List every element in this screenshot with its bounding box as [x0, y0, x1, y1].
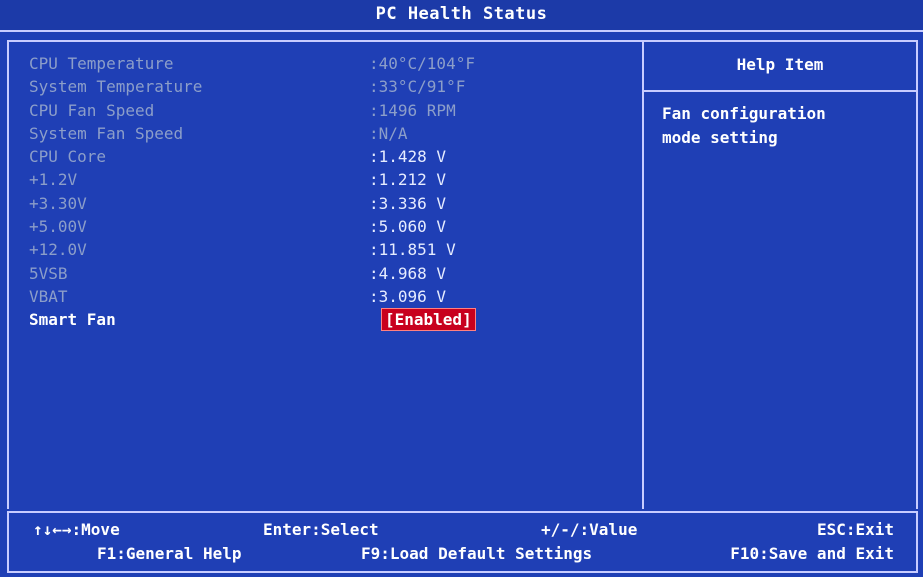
voltage-3-30v-value: :3.336 V — [369, 193, 447, 213]
row-system-temperature: System Temperature :33°C/91°F — [29, 75, 629, 98]
smart-fan-label: Smart Fan — [29, 310, 116, 330]
key-value: +/-/:Value — [541, 520, 638, 539]
key-load-defaults: F9:Load Default Settings — [361, 544, 593, 563]
row-smart-fan[interactable]: Smart Fan [Enabled] — [29, 308, 629, 332]
row-cpu-core: CPU Core :1.428 V — [29, 145, 629, 168]
cpu-core-value: :1.428 V — [369, 147, 447, 167]
voltage-1-2v-value: :1.212 V — [369, 170, 447, 190]
voltage-3-30v-label: +3.30V — [29, 193, 87, 213]
row-system-fan-speed: System Fan Speed :N/A — [29, 122, 629, 145]
system-fan-speed-label: System Fan Speed — [29, 123, 184, 143]
cpu-temperature-label: CPU Temperature — [29, 54, 174, 73]
row-5vsb: 5VSB :4.968 V — [29, 262, 629, 285]
row-cpu-temperature: CPU Temperature :40°C/104°F — [29, 52, 629, 75]
key-exit: ESC:Exit — [816, 520, 894, 539]
row-5-00v: +5.00V :5.060 V — [29, 215, 629, 238]
voltage-12-0v-value: :11.851 V — [369, 240, 456, 260]
cpu-fan-speed-value: :1496 RPM — [369, 100, 456, 120]
help-text: Fan configuration mode setting — [662, 104, 826, 147]
bios-screen: PC Health Status CPU Temperature :40°C/1… — [0, 0, 923, 577]
settings-panel: CPU Temperature :40°C/104°F System Tempe… — [7, 40, 642, 509]
vbat-value: :3.096 V — [369, 286, 447, 306]
key-general-help: F1:General Help — [97, 544, 242, 563]
key-help-footer: ↑↓←→:Move Enter:Select +/-/:Value ESC:Ex… — [7, 511, 918, 573]
vbat-label: VBAT — [29, 286, 68, 306]
voltage-5vsb-value: :4.968 V — [369, 263, 447, 283]
voltage-1-2v-label: +1.2V — [29, 170, 78, 190]
system-fan-speed-value: :N/A — [369, 123, 408, 143]
row-12-0v: +12.0V :11.851 V — [29, 238, 629, 261]
row-1-2v: +1.2V :1.212 V — [29, 168, 629, 191]
help-header: Help Item — [644, 42, 916, 92]
cpu-fan-speed-label: CPU Fan Speed — [29, 100, 155, 120]
voltage-5vsb-label: 5VSB — [29, 263, 68, 283]
voltage-12-0v-label: +12.0V — [29, 240, 87, 260]
key-save-exit: F10:Save and Exit — [730, 544, 894, 563]
system-temperature-value: :33°C/91°F — [369, 77, 466, 97]
key-move: ↑↓←→:Move — [33, 520, 120, 539]
page-title: PC Health Status — [0, 0, 923, 32]
system-temperature-label: System Temperature — [29, 77, 203, 97]
cpu-temperature-value: :40°C/104°F — [369, 54, 475, 73]
voltage-5-00v-value: :5.060 V — [369, 217, 447, 237]
row-vbat: VBAT :3.096 V — [29, 285, 629, 308]
row-cpu-fan-speed: CPU Fan Speed :1496 RPM — [29, 99, 629, 122]
cpu-core-label: CPU Core — [29, 147, 107, 167]
key-select: Enter:Select — [263, 520, 379, 539]
settings-list: CPU Temperature :40°C/104°F System Tempe… — [29, 52, 629, 332]
help-panel: Help Item Fan configuration mode setting — [642, 40, 918, 509]
smart-fan-value-cell: [Enabled] — [369, 308, 476, 332]
row-3-30v: +3.30V :3.336 V — [29, 192, 629, 215]
voltage-5-00v-label: +5.00V — [29, 217, 87, 237]
smart-fan-select[interactable]: [Enabled] — [381, 308, 476, 332]
